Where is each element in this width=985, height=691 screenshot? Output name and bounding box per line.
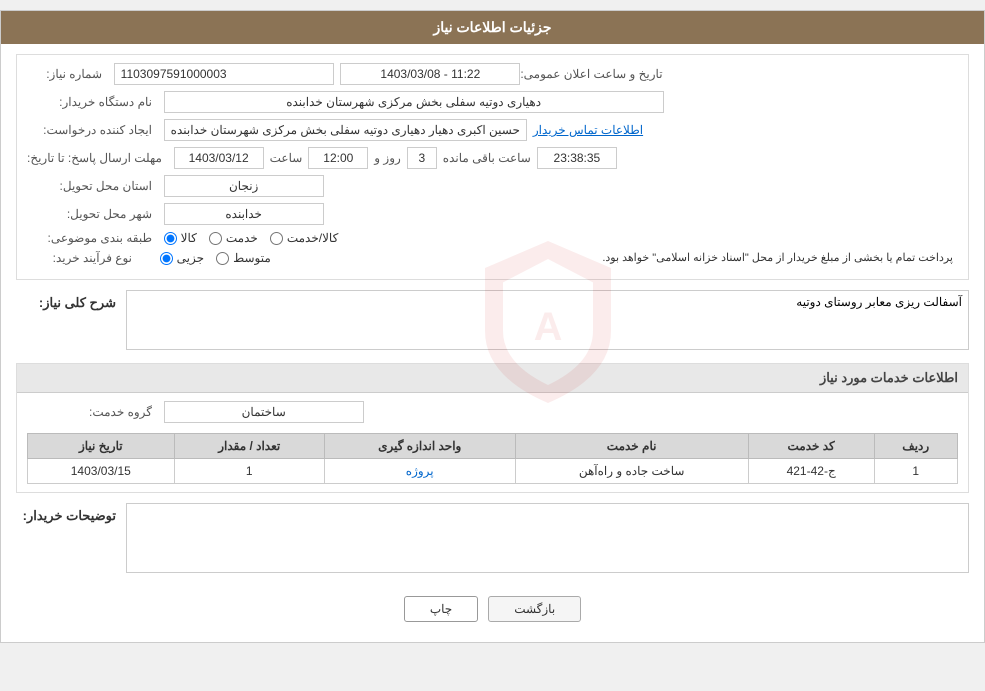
cell-code: ج-42-421 (748, 459, 874, 484)
response-remaining-label: ساعت باقی مانده (443, 151, 531, 165)
need-description-label: شرح کلی نیاز: (16, 290, 116, 311)
purchase-type-motavasset-radio[interactable] (216, 252, 229, 265)
response-remaining-value: 23:38:35 (537, 147, 617, 169)
print-button[interactable]: چاپ (404, 596, 478, 622)
purchase-type-jozi-radio[interactable] (160, 252, 173, 265)
response-date-value: 1403/03/12 (174, 147, 264, 169)
cell-name: ساخت جاده و راه‌آهن (515, 459, 748, 484)
creator-value: حسین اکبری دهیار دهیاری دوتیه سفلی بخش م… (164, 119, 527, 141)
col-unit: واحد اندازه گیری (324, 434, 515, 459)
purchase-type-motavasset-label: متوسط (233, 251, 271, 265)
col-name: نام خدمت (515, 434, 748, 459)
cell-date: 1403/03/15 (28, 459, 175, 484)
city-value: خدابنده (164, 203, 324, 225)
category-label: طبقه بندی موضوعی: (27, 231, 157, 245)
response-time-label: ساعت (270, 151, 303, 165)
purchase-type-jozi-option[interactable]: جزیی (160, 251, 204, 265)
purchase-type-note: پرداخت تمام یا بخشی از مبلغ خریدار از مح… (279, 251, 958, 264)
category-khedmat-label: خدمت (226, 231, 258, 245)
cell-unit: پروژه (324, 459, 515, 484)
col-row: ردیف (874, 434, 957, 459)
purchase-type-label: نوع فرآیند خرید: (27, 251, 137, 265)
service-group-label: گروه خدمت: (27, 405, 157, 419)
announce-datetime-label: تاریخ و ساعت اعلان عمومی: (520, 67, 667, 81)
purchase-type-jozi-label: جزیی (177, 251, 204, 265)
col-date: تاریخ نیاز (28, 434, 175, 459)
back-button[interactable]: بازگشت (488, 596, 581, 622)
category-kala-label: کالا (181, 231, 197, 245)
category-radio-group: کالا/خدمت خدمت کالا (164, 231, 339, 245)
province-label: استان محل تحویل: (27, 179, 157, 193)
cell-row: 1 (874, 459, 957, 484)
purchase-type-radio-group: متوسط جزیی (160, 251, 271, 265)
services-section-title: اطلاعات خدمات مورد نیاز (17, 364, 968, 393)
contact-link[interactable]: اطلاعات تماس خریدار (533, 123, 643, 137)
table-row: 1 ج-42-421 ساخت جاده و راه‌آهن پروژه 1 1… (28, 459, 958, 484)
bottom-buttons: بازگشت چاپ (16, 586, 969, 632)
buyer-notes-textarea[interactable] (126, 503, 969, 573)
province-value: زنجان (164, 175, 324, 197)
category-kala-khedmat-option[interactable]: کالا/خدمت (270, 231, 338, 245)
cell-qty: 1 (174, 459, 324, 484)
buyer-org-value: دهیاری دوتیه سفلی بخش مرکزی شهرستان خداب… (164, 91, 664, 113)
buyer-org-label: نام دستگاه خریدار: (27, 95, 157, 109)
response-time-value: 12:00 (308, 147, 368, 169)
category-khedmat-radio[interactable] (209, 232, 222, 245)
col-qty: تعداد / مقدار (174, 434, 324, 459)
category-kala-khedmat-radio[interactable] (270, 232, 283, 245)
need-description-textarea[interactable] (126, 290, 969, 350)
category-khedmat-option[interactable]: خدمت (209, 231, 258, 245)
need-number-label: شماره نیاز: (27, 67, 107, 81)
city-label: شهر محل تحویل: (27, 207, 157, 221)
need-number-value: 1103097591000003 (114, 63, 334, 85)
services-table: ردیف کد خدمت نام خدمت واحد اندازه گیری ت… (27, 433, 958, 484)
col-code: کد خدمت (748, 434, 874, 459)
purchase-type-motavasset-option[interactable]: متوسط (216, 251, 271, 265)
service-group-value: ساختمان (164, 401, 364, 423)
response-days-label: روز و (374, 151, 401, 165)
category-kala-khedmat-label: کالا/خدمت (287, 231, 338, 245)
page-title: جزئیات اطلاعات نیاز (1, 11, 984, 44)
category-kala-option[interactable]: کالا (164, 231, 197, 245)
creator-label: ایجاد کننده درخواست: (27, 123, 157, 137)
buyer-notes-label: توضیحات خریدار: (16, 503, 116, 524)
category-kala-radio[interactable] (164, 232, 177, 245)
announce-datetime-value: 1403/03/08 - 11:22 (340, 63, 520, 85)
response-days-value: 3 (407, 147, 437, 169)
response-deadline-label: مهلت ارسال پاسخ: تا تاریخ: (27, 151, 167, 165)
